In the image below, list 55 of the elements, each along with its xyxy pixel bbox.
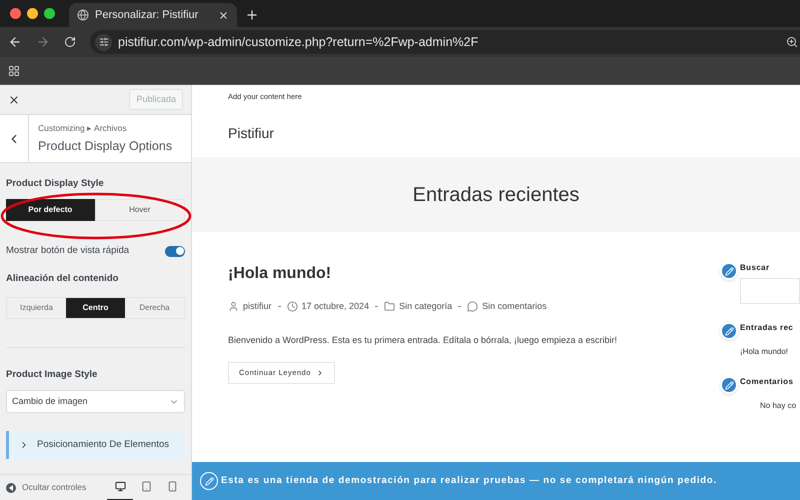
widget-item[interactable]: No hay co	[740, 400, 796, 412]
quick-view-switch[interactable]	[165, 246, 185, 257]
post-category[interactable]: Sin categoría	[399, 300, 452, 314]
site-settings-icon	[98, 37, 108, 47]
tab-title: Personalizar: Pistifiur	[95, 8, 200, 23]
post-date: 17 octubre, 2024	[302, 300, 370, 313]
search-field[interactable]	[740, 278, 800, 304]
widget-title: Comentarios	[740, 376, 794, 388]
apps-icon[interactable]	[8, 64, 20, 76]
browser-tab[interactable]: Personalizar: Pistifiur	[69, 3, 237, 27]
folder-icon	[384, 301, 396, 312]
widget-item[interactable]: ¡Hola mundo!	[740, 346, 794, 358]
clock-icon	[286, 301, 298, 312]
hide-controls-button[interactable]: Ocultar controles	[6, 481, 86, 494]
edit-shortcut-icon[interactable]	[720, 262, 738, 280]
post-excerpt: Bienvenido a WordPress. Esta es tu primera entrada. Edítala o bórrala, ¡luego empieza a escribir!	[228, 334, 618, 347]
back-icon[interactable]	[8, 35, 22, 49]
alignment-toggle[interactable]: Izquierda	[7, 298, 66, 318]
new-tab-icon[interactable]	[245, 8, 259, 22]
url-text: pistifiur.com/wp-admin/customize.php?return=%2Fwp-admin%2F	[118, 34, 478, 51]
control-label: Alineación del contenido	[6, 272, 120, 286]
post-title[interactable]: ¡Hola mundo!	[228, 262, 720, 286]
globe-icon	[77, 9, 89, 21]
post-comments[interactable]: Sin comentarios	[482, 300, 547, 314]
section-header[interactable]: Posicionamiento De Elementos	[6, 431, 185, 459]
tablet-icon	[140, 481, 152, 492]
alignment-toggle[interactable]: Centro	[66, 298, 125, 318]
control-label: Product Image Style	[6, 368, 98, 382]
image-style-select[interactable]: Cambio de imagen	[6, 390, 185, 413]
address-bar[interactable]: pistifiur.com/wp-admin/customize.php?return=%2Fwp-admin%2F	[90, 30, 800, 54]
reload-icon[interactable]	[64, 36, 76, 48]
panel-title: Product Display Options	[38, 138, 172, 155]
comment-icon	[467, 301, 478, 312]
forward-icon[interactable]	[36, 35, 50, 49]
desktop-icon	[114, 481, 126, 492]
edit-shortcut-icon[interactable]	[720, 322, 738, 340]
mobile-icon	[166, 481, 178, 492]
control-label: Mostrar botón de vista rápida	[6, 244, 130, 258]
page-title: Entradas recientes	[412, 182, 580, 208]
control-label: Product Display Style	[6, 177, 105, 191]
style-toggle[interactable]: Por defecto	[6, 199, 94, 222]
edit-shortcut-icon[interactable]	[200, 472, 218, 490]
widget-title: Buscar	[740, 262, 771, 274]
widget-title: Entradas rec	[740, 322, 794, 334]
zoom-icon[interactable]	[786, 36, 798, 48]
style-toggle[interactable]: Hover	[94, 199, 185, 222]
edit-shortcut-icon[interactable]	[720, 376, 738, 394]
close-icon[interactable]	[8, 94, 20, 106]
breadcrumb: Customizing ▸ Archivos	[38, 122, 128, 134]
site-title: Pistifiur	[228, 124, 274, 142]
alignment-toggle[interactable]: Derecha	[125, 298, 184, 318]
store-notice-text: Esta es una tienda de demostración para realizar pruebas — no se completará ningún pedido.	[221, 474, 717, 488]
post-author[interactable]: pistifiur	[243, 300, 272, 314]
author-icon	[228, 301, 239, 312]
close-tab-icon[interactable]	[218, 10, 229, 20]
